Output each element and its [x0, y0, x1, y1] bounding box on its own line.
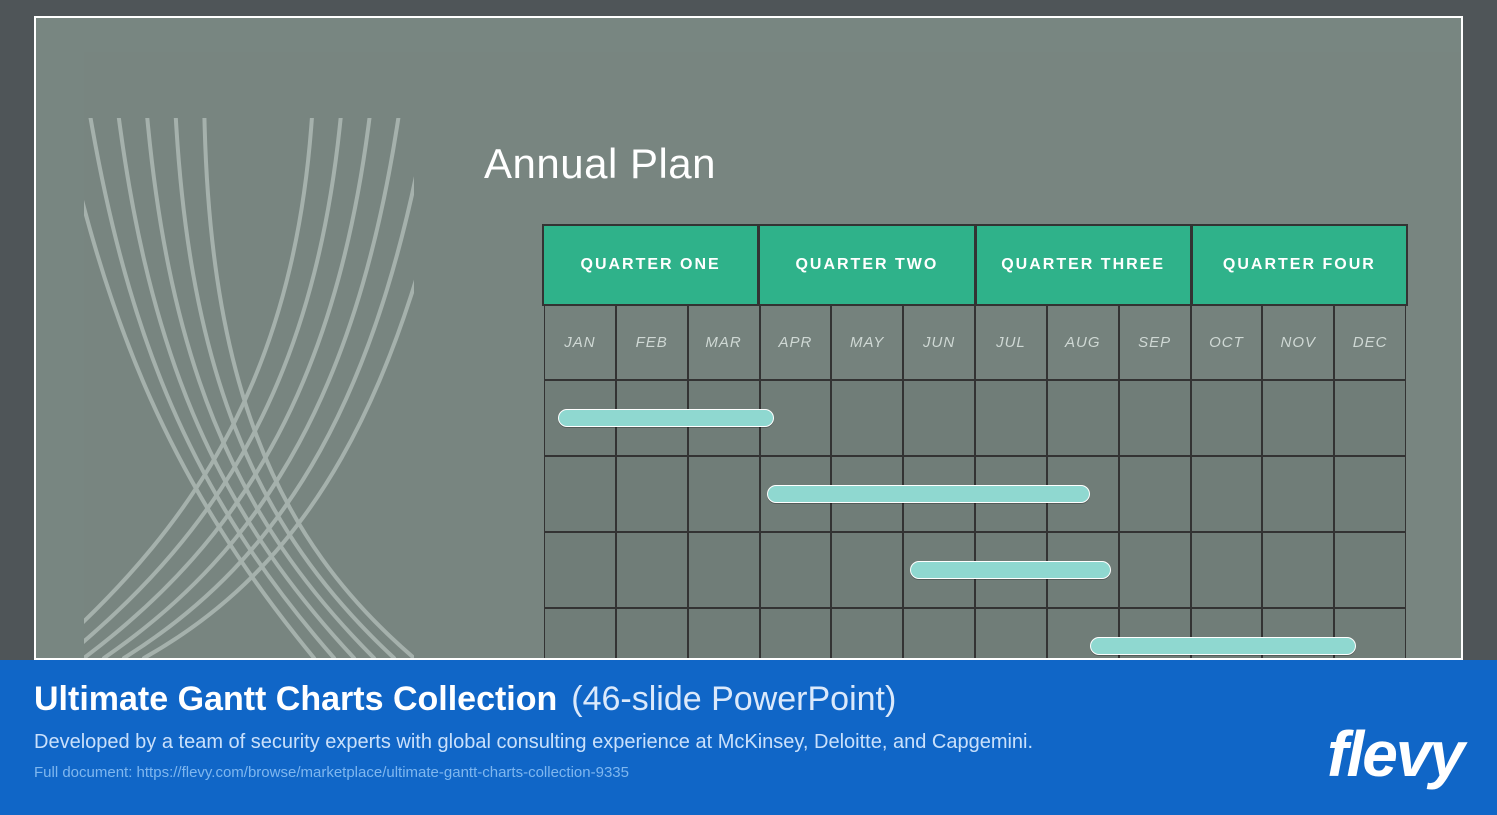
product-title: Ultimate Gantt Charts Collection	[34, 680, 557, 719]
quarter-header: QUARTER FOUR	[1193, 226, 1406, 304]
footer-banner: Ultimate Gantt Charts Collection (46-sli…	[0, 660, 1497, 815]
product-subtitle: Developed by a team of security experts …	[34, 731, 1463, 754]
month-header: SEP	[1119, 304, 1191, 380]
slide-frame: Annual Plan QUARTER ONE QUARTER TWO QUAR…	[34, 16, 1463, 660]
gantt-bar	[910, 561, 1111, 579]
product-url: Full document: https://flevy.com/browse/…	[34, 764, 1463, 781]
quarter-header-row: QUARTER ONE QUARTER TWO QUARTER THREE QU…	[544, 226, 1406, 304]
month-header: DEC	[1334, 304, 1406, 380]
month-header: AUG	[1047, 304, 1119, 380]
month-header: JUL	[975, 304, 1047, 380]
month-header: FEB	[616, 304, 688, 380]
gantt-bar	[558, 409, 774, 427]
month-header: JAN	[544, 304, 616, 380]
quarter-header: QUARTER ONE	[544, 226, 757, 304]
product-line: Ultimate Gantt Charts Collection (46-sli…	[34, 680, 1463, 719]
product-slides: (46-slide PowerPoint)	[571, 680, 896, 719]
quarter-header: QUARTER TWO	[760, 226, 973, 304]
month-header: MAY	[831, 304, 903, 380]
month-header: JUN	[903, 304, 975, 380]
month-header: MAR	[688, 304, 760, 380]
gantt-bar	[1090, 637, 1356, 655]
slide-title: Annual Plan	[484, 140, 716, 188]
gantt-bar	[767, 485, 1090, 503]
brand-logo: flevy	[1327, 717, 1463, 791]
month-header: OCT	[1191, 304, 1263, 380]
gantt-body	[544, 380, 1406, 660]
month-header-row: JAN FEB MAR APR MAY JUN JUL AUG SEP OCT …	[544, 304, 1406, 380]
quarter-header: QUARTER THREE	[977, 226, 1190, 304]
month-header: NOV	[1262, 304, 1334, 380]
gantt-grid: QUARTER ONE QUARTER TWO QUARTER THREE QU…	[544, 226, 1406, 658]
month-header: APR	[760, 304, 832, 380]
decorative-lattice	[84, 118, 414, 658]
